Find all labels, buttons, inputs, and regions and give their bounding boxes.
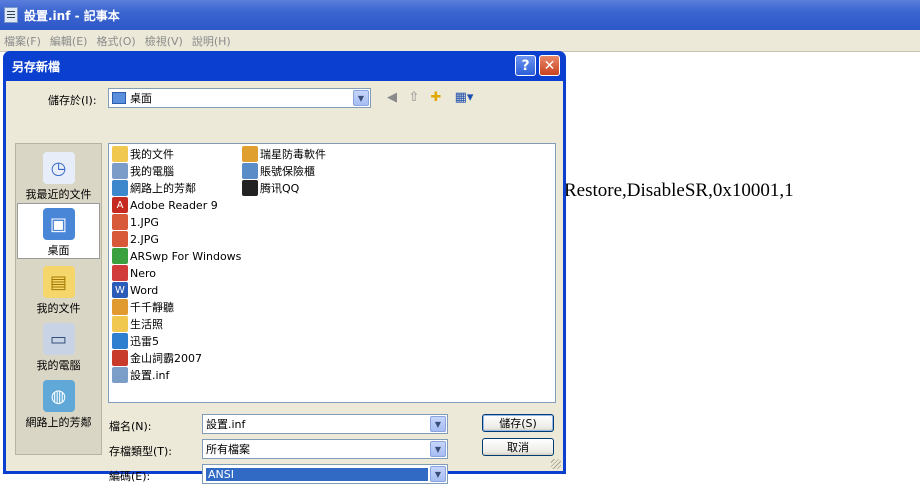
shortcut-icon [242, 146, 258, 162]
list-item[interactable]: 我的文件 [112, 146, 174, 162]
list-item[interactable]: Nero [112, 265, 156, 281]
list-item[interactable]: 設置.inf [112, 367, 169, 383]
shortcut-icon [112, 299, 128, 315]
list-item[interactable]: 千千靜聽 [112, 299, 174, 315]
place-my-computer[interactable]: ▭ 我的電腦 [16, 319, 101, 375]
computer-icon [112, 163, 128, 179]
network-icon [112, 180, 128, 196]
place-recent[interactable]: ◷ 我最近的文件 [16, 148, 101, 204]
file-list[interactable]: 我的文件 我的電腦 網路上的芳鄰 A Adobe Reader 9 1.JPG 2… [108, 143, 556, 403]
encoding-label: 編碼(E): [109, 470, 151, 483]
dialog-body: 儲存於(I): 桌面 ▼ ◀ ⇧ ✚ ▦▾ ◷ 我最近的文件 ▣ 桌面 ▤ 我的… [6, 81, 563, 484]
my-computer-icon: ▭ [42, 323, 75, 355]
cancel-button[interactable]: 取消 [482, 438, 554, 456]
notepad-icon [4, 7, 18, 23]
close-icon: ✕ [543, 57, 556, 74]
save-as-dialog: 另存新檔 ? ✕ 儲存於(I): 桌面 ▼ ◀ ⇧ ✚ ▦▾ ◷ 我最近的文件 … [3, 51, 566, 484]
list-item[interactable]: 我的電腦 [112, 163, 174, 179]
folder-icon [112, 146, 128, 162]
resize-grip[interactable] [551, 459, 561, 469]
list-item[interactable]: 生活照 [112, 316, 163, 332]
my-documents-icon: ▤ [42, 266, 75, 298]
menu-help[interactable]: 說明(H) [192, 33, 231, 49]
chevron-down-icon[interactable]: ▼ [430, 466, 446, 482]
notepad-menubar: 檔案(F) 編輯(E) 格式(O) 檢視(V) 說明(H) [0, 30, 920, 52]
shortcut-icon [112, 350, 128, 366]
folder-icon [112, 316, 128, 332]
place-label: 我最近的文件 [25, 188, 92, 201]
notepad-title: 設置.inf - 記事本 [24, 8, 120, 23]
list-item[interactable]: ARSwp For Windows [112, 248, 241, 264]
place-desktop[interactable]: ▣ 桌面 [17, 203, 100, 259]
qq-icon [242, 180, 258, 196]
shortcut-icon [112, 248, 128, 264]
list-item[interactable]: 金山詞霸2007 [112, 350, 202, 366]
menu-view[interactable]: 檢視(V) [145, 33, 183, 49]
save-button[interactable]: 儲存(S) [482, 414, 554, 432]
places-bar: ◷ 我最近的文件 ▣ 桌面 ▤ 我的文件 ▭ 我的電腦 ◍ 網路上的芳鄰 [15, 143, 102, 455]
list-item[interactable]: 1.JPG [112, 214, 159, 230]
shortcut-icon [112, 333, 128, 349]
list-item[interactable]: 2.JPG [112, 231, 159, 247]
notepad-content[interactable]: Restore,DisableSR,0x10001,1 [564, 180, 794, 202]
shortcut-icon: A [112, 197, 128, 213]
place-label: 網路上的芳鄰 [25, 416, 92, 429]
list-item[interactable]: W Word [112, 282, 158, 298]
up-folder-icon[interactable]: ⇧ [406, 90, 422, 106]
image-file-icon [112, 231, 128, 247]
desktop-small-icon [112, 92, 126, 104]
filetype-select[interactable]: 所有檔案 ▼ [202, 439, 448, 459]
dialog-titlebar[interactable]: 另存新檔 ? ✕ [6, 51, 563, 81]
filename-label: 檔名(N): [109, 420, 152, 433]
encoding-select[interactable]: ANSI ▼ [202, 464, 448, 484]
save-in-combo[interactable]: 桌面 ▼ [108, 88, 371, 108]
chevron-down-icon[interactable]: ▼ [353, 90, 369, 106]
place-network[interactable]: ◍ 網路上的芳鄰 [16, 376, 101, 432]
list-item[interactable]: 迅雷5 [112, 333, 159, 349]
filename-input[interactable]: 設置.inf ▼ [202, 414, 448, 434]
chevron-down-icon[interactable]: ▼ [430, 441, 446, 457]
shortcut-icon [242, 163, 258, 179]
new-folder-icon[interactable]: ✚ [428, 90, 444, 106]
desktop-icon: ▣ [42, 208, 75, 240]
dialog-title: 另存新檔 [12, 59, 61, 74]
list-item[interactable]: 賬號保險櫃 [242, 163, 315, 179]
back-icon[interactable]: ◀ [384, 90, 400, 106]
filetype-label: 存檔類型(T): [109, 445, 173, 458]
save-in-value: 桌面 [130, 92, 152, 105]
view-menu-icon[interactable]: ▦▾ [452, 90, 476, 106]
recent-icon: ◷ [42, 152, 75, 184]
menu-file[interactable]: 檔案(F) [4, 33, 41, 49]
list-item[interactable]: 瑞星防毒軟件 [242, 146, 326, 162]
place-label: 桌面 [47, 244, 70, 257]
word-icon: W [112, 282, 128, 298]
place-label: 我的文件 [36, 302, 81, 315]
network-icon: ◍ [42, 380, 75, 412]
menu-format[interactable]: 格式(O) [96, 33, 135, 49]
shortcut-icon [112, 265, 128, 281]
list-item[interactable]: 腾讯QQ [242, 180, 299, 196]
menu-edit[interactable]: 編輯(E) [50, 33, 88, 49]
place-my-documents[interactable]: ▤ 我的文件 [16, 262, 101, 318]
list-item[interactable]: 網路上的芳鄰 [112, 180, 196, 196]
inf-file-icon [112, 367, 128, 383]
chevron-down-icon[interactable]: ▼ [430, 416, 446, 432]
notepad-titlebar[interactable]: 設置.inf - 記事本 [0, 0, 920, 30]
list-item[interactable]: A Adobe Reader 9 [112, 197, 218, 213]
close-button[interactable]: ✕ [539, 55, 560, 76]
place-label: 我的電腦 [36, 359, 81, 372]
image-file-icon [112, 214, 128, 230]
save-in-label: 儲存於(I): [48, 94, 97, 107]
help-button[interactable]: ? [515, 55, 536, 76]
